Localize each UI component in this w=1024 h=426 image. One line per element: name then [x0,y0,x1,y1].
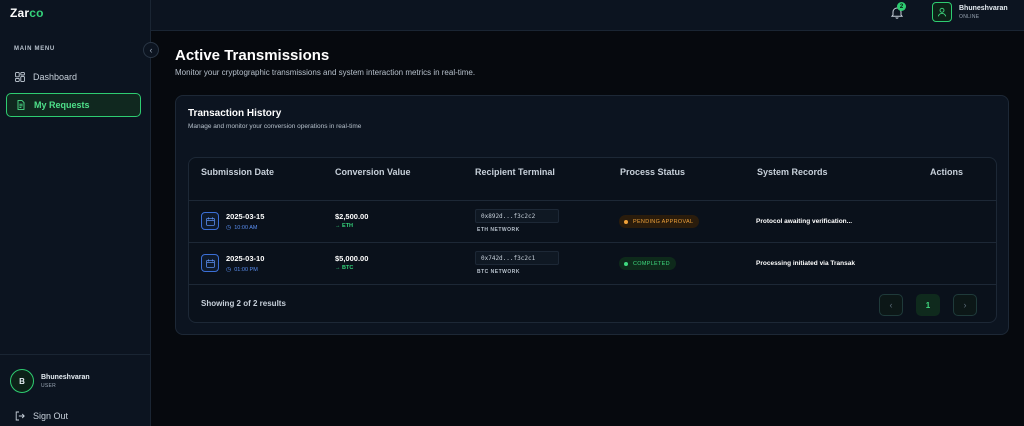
chevron-left-icon: ‹ [889,300,893,310]
table-row: 2025-03-10 ◷ 01:00 PM $5,000.00 → BTC 0x7… [189,243,996,285]
transaction-history-card: Transaction History Manage and monitor y… [175,95,1009,335]
system-record: Protocol awaiting verification... [756,218,853,225]
sidebar-user-card: B Bhuneshvaran USER [10,369,90,393]
calendar-icon [201,212,219,230]
arrow-right-icon: → [335,223,343,229]
clock-icon: ◷ [226,225,232,231]
submission-date: 2025-03-15 [226,212,265,221]
arrow-right-icon: → [335,265,343,271]
conversion-currency: → BTC [335,265,353,271]
chevron-left-icon: ‹ [149,45,153,55]
card-subtitle: Manage and monitor your conversion opera… [188,123,362,130]
calendar-icon [201,254,219,272]
results-count: Showing 2 of 2 results [201,299,286,308]
sidebar-item-my-requests[interactable]: My Requests [6,93,141,117]
status-text: COMPLETED [633,260,670,267]
conversion-currency: → ETH [335,223,353,229]
currency-code: BTC [342,265,354,271]
sidebar-item-label: My Requests [34,100,90,110]
submission-time-text: 01:00 PM [234,266,258,273]
status-badge: PENDING APPROVAL [619,215,700,228]
brand-logo[interactable]: Zarco [10,6,44,20]
table-row: 2025-03-15 ◷ 10:00 AM $2,500.00 → ETH 0x8… [189,201,996,243]
next-page-button[interactable]: › [953,294,977,316]
sign-out-button[interactable]: Sign Out [15,411,68,421]
status-text: PENDING APPROVAL [633,218,694,225]
system-record: Processing initiated via Transak [756,260,855,267]
clock-icon: ◷ [226,267,232,273]
submission-time-text: 10:00 AM [234,224,258,231]
submission-time: ◷ 01:00 PM [226,266,258,274]
col-conversion-value: Conversion Value [335,167,411,177]
top-user-status: ONLINE [959,13,980,20]
sign-out-icon [15,411,25,421]
currency-code: ETH [342,223,354,229]
sidebar: Zarco MAIN MENU Dashboard My Requests B … [0,0,151,426]
transactions-table: Submission Date Conversion Value Recipie… [188,157,997,323]
brand-name-accent: co [29,6,44,20]
submission-date: 2025-03-10 [226,254,265,263]
sidebar-divider [0,354,151,355]
recipient-network: BTC NETWORK [477,269,520,275]
top-bar: 2 Bhuneshvaran ONLINE [151,0,1024,31]
table-footer: Showing 2 of 2 results ‹ 1 › [189,285,996,322]
top-user-name: Bhuneshvaran [959,4,1008,12]
page-number-button[interactable]: 1 [916,294,940,316]
sign-out-label: Sign Out [33,411,69,421]
main-menu-label: MAIN MENU [14,46,55,52]
document-icon [16,100,26,110]
col-system-records: System Records [757,167,828,177]
page-title: Active Transmissions [175,47,330,64]
collapse-sidebar-button[interactable]: ‹ [143,42,159,58]
sidebar-user-name: Bhuneshvaran [41,373,90,381]
brand-name-main: Zar [10,6,30,20]
recipient-address[interactable]: 0x892d...f3c2c2 [475,209,559,223]
status-dot-icon [624,261,628,266]
notification-badge: 2 [897,2,906,11]
status-badge: COMPLETED [619,257,676,270]
recipient-network: ETH NETWORK [477,227,520,233]
card-title: Transaction History [188,108,282,119]
conversion-value: $2,500.00 [335,212,369,221]
sidebar-user-role: USER [41,382,57,389]
previous-page-button[interactable]: ‹ [879,294,903,316]
user-icon [932,2,952,22]
col-submission-date: Submission Date [201,167,275,177]
conversion-value: $5,000.00 [335,254,369,263]
col-process-status: Process Status [620,167,686,177]
col-recipient-terminal: Recipient Terminal [475,167,555,177]
col-actions: Actions [930,167,964,177]
chevron-right-icon: › [963,300,967,310]
sidebar-item-label: Dashboard [33,72,78,82]
submission-time: ◷ 10:00 AM [226,224,258,232]
table-header: Submission Date Conversion Value Recipie… [189,158,996,201]
page-subtitle: Monitor your cryptographic transmissions… [175,68,476,77]
dashboard-icon [15,72,25,82]
recipient-address[interactable]: 0x742d...f3c2c1 [475,251,559,265]
sidebar-item-dashboard[interactable]: Dashboard [6,65,141,89]
avatar[interactable]: B [10,369,34,393]
top-user-menu[interactable]: Bhuneshvaran ONLINE [932,2,1008,22]
status-dot-icon [624,219,628,224]
